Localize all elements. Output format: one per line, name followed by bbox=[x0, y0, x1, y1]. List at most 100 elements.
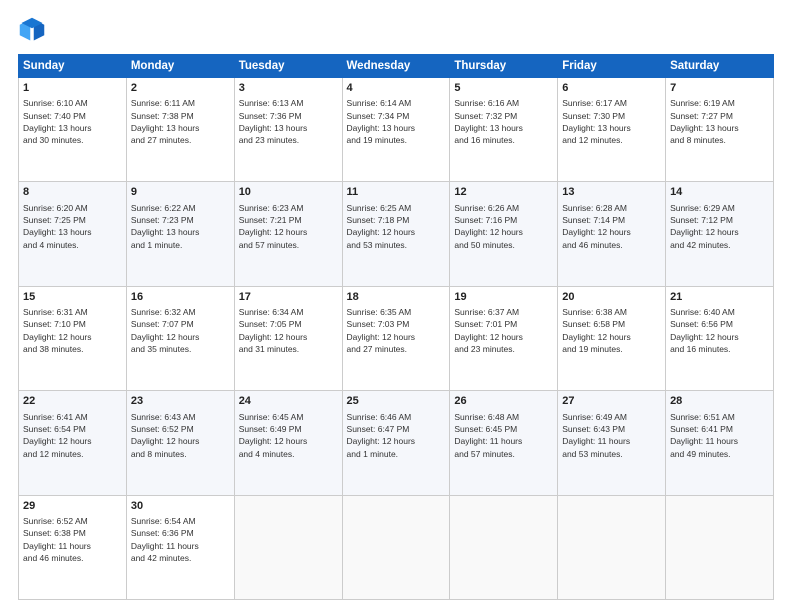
col-header-friday: Friday bbox=[558, 55, 666, 78]
day-number: 13 bbox=[562, 185, 661, 200]
calendar-cell: 15Sunrise: 6:31 AM Sunset: 7:10 PM Dayli… bbox=[19, 286, 127, 390]
day-number: 28 bbox=[670, 394, 769, 409]
calendar-cell: 30Sunrise: 6:54 AM Sunset: 6:36 PM Dayli… bbox=[126, 495, 234, 599]
calendar-cell bbox=[342, 495, 450, 599]
calendar-cell: 8 Sunrise: 6:20 AM Sunset: 7:25 PM Daylig… bbox=[19, 182, 127, 286]
day-info: Sunrise: 6:20 AM Sunset: 7:25 PM Dayligh… bbox=[23, 202, 122, 251]
day-info: Sunrise: 6:22 AM Sunset: 7:23 PM Dayligh… bbox=[131, 202, 230, 251]
calendar-cell: 20Sunrise: 6:38 AM Sunset: 6:58 PM Dayli… bbox=[558, 286, 666, 390]
day-info: Sunrise: 6:41 AM Sunset: 6:54 PM Dayligh… bbox=[23, 411, 122, 460]
calendar-cell: 25 Sunrise: 6:46 AM Sunset: 6:47 PM Dayli… bbox=[342, 391, 450, 495]
calendar-cell: 1Sunrise: 6:10 AM Sunset: 7:40 PM Daylig… bbox=[19, 78, 127, 182]
header bbox=[18, 16, 774, 44]
day-info: Sunrise: 6:54 AM Sunset: 6:36 PM Dayligh… bbox=[131, 515, 230, 564]
col-header-saturday: Saturday bbox=[666, 55, 774, 78]
calendar-cell: 28Sunrise: 6:51 AM Sunset: 6:41 PM Dayli… bbox=[666, 391, 774, 495]
calendar-cell: 21Sunrise: 6:40 AM Sunset: 6:56 PM Dayli… bbox=[666, 286, 774, 390]
day-number: 11 bbox=[347, 185, 446, 200]
calendar-cell: 17Sunrise: 6:34 AM Sunset: 7:05 PM Dayli… bbox=[234, 286, 342, 390]
calendar-cell: 24 Sunrise: 6:45 AM Sunset: 6:49 PM Dayli… bbox=[234, 391, 342, 495]
calendar-week-3: 15Sunrise: 6:31 AM Sunset: 7:10 PM Dayli… bbox=[19, 286, 774, 390]
calendar-cell: 4Sunrise: 6:14 AM Sunset: 7:34 PM Daylig… bbox=[342, 78, 450, 182]
calendar-week-1: 1Sunrise: 6:10 AM Sunset: 7:40 PM Daylig… bbox=[19, 78, 774, 182]
calendar-header-row: SundayMondayTuesdayWednesdayThursdayFrid… bbox=[19, 55, 774, 78]
day-number: 1 bbox=[23, 81, 122, 96]
day-info: Sunrise: 6:52 AM Sunset: 6:38 PM Dayligh… bbox=[23, 515, 122, 564]
day-number: 24 bbox=[239, 394, 338, 409]
calendar-cell: 22 Sunrise: 6:41 AM Sunset: 6:54 PM Dayli… bbox=[19, 391, 127, 495]
day-number: 26 bbox=[454, 394, 553, 409]
calendar-cell: 23Sunrise: 6:43 AM Sunset: 6:52 PM Dayli… bbox=[126, 391, 234, 495]
calendar-cell: 18Sunrise: 6:35 AM Sunset: 7:03 PM Dayli… bbox=[342, 286, 450, 390]
calendar-week-2: 8 Sunrise: 6:20 AM Sunset: 7:25 PM Daylig… bbox=[19, 182, 774, 286]
col-header-tuesday: Tuesday bbox=[234, 55, 342, 78]
day-number: 22 bbox=[23, 394, 122, 409]
calendar-cell bbox=[666, 495, 774, 599]
day-number: 4 bbox=[347, 81, 446, 96]
day-number: 29 bbox=[23, 499, 122, 514]
day-number: 18 bbox=[347, 290, 446, 305]
day-info: Sunrise: 6:19 AM Sunset: 7:27 PM Dayligh… bbox=[670, 97, 769, 146]
col-header-monday: Monday bbox=[126, 55, 234, 78]
day-number: 3 bbox=[239, 81, 338, 96]
day-info: Sunrise: 6:49 AM Sunset: 6:43 PM Dayligh… bbox=[562, 411, 661, 460]
calendar-cell: 7Sunrise: 6:19 AM Sunset: 7:27 PM Daylig… bbox=[666, 78, 774, 182]
calendar-cell: 11 Sunrise: 6:25 AM Sunset: 7:18 PM Dayli… bbox=[342, 182, 450, 286]
day-number: 25 bbox=[347, 394, 446, 409]
logo-icon bbox=[18, 16, 46, 44]
day-info: Sunrise: 6:17 AM Sunset: 7:30 PM Dayligh… bbox=[562, 97, 661, 146]
calendar-cell: 29Sunrise: 6:52 AM Sunset: 6:38 PM Dayli… bbox=[19, 495, 127, 599]
col-header-sunday: Sunday bbox=[19, 55, 127, 78]
calendar-cell: 9 Sunrise: 6:22 AM Sunset: 7:23 PM Daylig… bbox=[126, 182, 234, 286]
calendar-cell bbox=[234, 495, 342, 599]
calendar-cell: 27 Sunrise: 6:49 AM Sunset: 6:43 PM Dayli… bbox=[558, 391, 666, 495]
day-info: Sunrise: 6:11 AM Sunset: 7:38 PM Dayligh… bbox=[131, 97, 230, 146]
day-number: 5 bbox=[454, 81, 553, 96]
calendar-week-5: 29Sunrise: 6:52 AM Sunset: 6:38 PM Dayli… bbox=[19, 495, 774, 599]
day-number: 16 bbox=[131, 290, 230, 305]
day-number: 17 bbox=[239, 290, 338, 305]
calendar-week-4: 22 Sunrise: 6:41 AM Sunset: 6:54 PM Dayli… bbox=[19, 391, 774, 495]
calendar-cell: 3Sunrise: 6:13 AM Sunset: 7:36 PM Daylig… bbox=[234, 78, 342, 182]
calendar-cell: 14Sunrise: 6:29 AM Sunset: 7:12 PM Dayli… bbox=[666, 182, 774, 286]
day-number: 7 bbox=[670, 81, 769, 96]
day-info: Sunrise: 6:23 AM Sunset: 7:21 PM Dayligh… bbox=[239, 202, 338, 251]
page: SundayMondayTuesdayWednesdayThursdayFrid… bbox=[0, 0, 792, 612]
day-number: 2 bbox=[131, 81, 230, 96]
day-number: 30 bbox=[131, 499, 230, 514]
day-info: Sunrise: 6:14 AM Sunset: 7:34 PM Dayligh… bbox=[347, 97, 446, 146]
day-info: Sunrise: 6:26 AM Sunset: 7:16 PM Dayligh… bbox=[454, 202, 553, 251]
day-info: Sunrise: 6:46 AM Sunset: 6:47 PM Dayligh… bbox=[347, 411, 446, 460]
day-info: Sunrise: 6:40 AM Sunset: 6:56 PM Dayligh… bbox=[670, 306, 769, 355]
day-info: Sunrise: 6:37 AM Sunset: 7:01 PM Dayligh… bbox=[454, 306, 553, 355]
day-number: 19 bbox=[454, 290, 553, 305]
calendar-cell: 10 Sunrise: 6:23 AM Sunset: 7:21 PM Dayli… bbox=[234, 182, 342, 286]
day-info: Sunrise: 6:34 AM Sunset: 7:05 PM Dayligh… bbox=[239, 306, 338, 355]
day-info: Sunrise: 6:28 AM Sunset: 7:14 PM Dayligh… bbox=[562, 202, 661, 251]
day-info: Sunrise: 6:45 AM Sunset: 6:49 PM Dayligh… bbox=[239, 411, 338, 460]
day-info: Sunrise: 6:25 AM Sunset: 7:18 PM Dayligh… bbox=[347, 202, 446, 251]
calendar-cell: 19Sunrise: 6:37 AM Sunset: 7:01 PM Dayli… bbox=[450, 286, 558, 390]
calendar-cell bbox=[450, 495, 558, 599]
day-info: Sunrise: 6:29 AM Sunset: 7:12 PM Dayligh… bbox=[670, 202, 769, 251]
day-info: Sunrise: 6:13 AM Sunset: 7:36 PM Dayligh… bbox=[239, 97, 338, 146]
day-number: 10 bbox=[239, 185, 338, 200]
day-number: 9 bbox=[131, 185, 230, 200]
day-info: Sunrise: 6:32 AM Sunset: 7:07 PM Dayligh… bbox=[131, 306, 230, 355]
day-info: Sunrise: 6:43 AM Sunset: 6:52 PM Dayligh… bbox=[131, 411, 230, 460]
day-number: 15 bbox=[23, 290, 122, 305]
day-info: Sunrise: 6:31 AM Sunset: 7:10 PM Dayligh… bbox=[23, 306, 122, 355]
day-number: 6 bbox=[562, 81, 661, 96]
col-header-thursday: Thursday bbox=[450, 55, 558, 78]
calendar-table: SundayMondayTuesdayWednesdayThursdayFrid… bbox=[18, 54, 774, 600]
col-header-wednesday: Wednesday bbox=[342, 55, 450, 78]
day-number: 8 bbox=[23, 185, 122, 200]
day-number: 12 bbox=[454, 185, 553, 200]
logo bbox=[18, 16, 50, 44]
day-info: Sunrise: 6:10 AM Sunset: 7:40 PM Dayligh… bbox=[23, 97, 122, 146]
calendar-cell: 12 Sunrise: 6:26 AM Sunset: 7:16 PM Dayli… bbox=[450, 182, 558, 286]
day-number: 27 bbox=[562, 394, 661, 409]
calendar-cell: 2Sunrise: 6:11 AM Sunset: 7:38 PM Daylig… bbox=[126, 78, 234, 182]
day-number: 21 bbox=[670, 290, 769, 305]
day-info: Sunrise: 6:35 AM Sunset: 7:03 PM Dayligh… bbox=[347, 306, 446, 355]
